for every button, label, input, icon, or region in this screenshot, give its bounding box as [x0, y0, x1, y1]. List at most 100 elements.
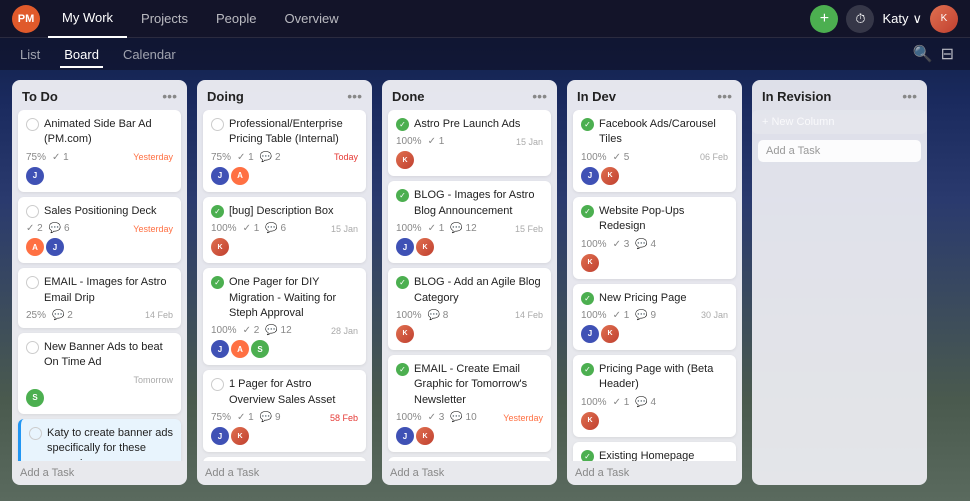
card-checkbox[interactable]: ✓ [396, 363, 409, 376]
card-progress: 100%✓ 1💬 9 [581, 310, 656, 321]
nav-item-mywork[interactable]: My Work [48, 0, 127, 38]
card[interactable]: ✓EMAIL - Create Email Graphic for Tomorr… [388, 355, 551, 452]
comments-count: 💬 4 [635, 239, 656, 250]
card[interactable]: ✓BLOG - Images for Astro Blog Announceme… [388, 181, 551, 263]
card-title: Astro Pre Launch Ads [414, 117, 543, 132]
add-task-button-doing[interactable]: Add a Task [197, 461, 372, 485]
column-menu-indev[interactable]: ••• [717, 88, 732, 104]
card-title: One Pager for DIY Migration - Waiting fo… [229, 275, 358, 321]
tab-list[interactable]: List [16, 45, 44, 64]
nav-item-overview[interactable]: Overview [271, 0, 353, 38]
column-menu-done[interactable]: ••• [532, 88, 547, 104]
card-avatars: AJ [26, 238, 173, 256]
tab-board[interactable]: Board [60, 45, 103, 64]
card-checkbox[interactable] [26, 118, 39, 131]
card-header-row: ✓Facebook Ads/Carousel Tiles [581, 117, 728, 148]
card[interactable]: ✓Existing Homepage Clean-Up100%✓ 302 Jan… [573, 442, 736, 461]
card-meta: 100%✓ 506 Feb [581, 152, 728, 163]
card-checkbox[interactable] [26, 341, 39, 354]
search-icon[interactable]: 🔍 [913, 44, 933, 64]
card[interactable]: Professional/Enterprise Pricing Table (I… [203, 110, 366, 192]
card-checkbox[interactable]: ✓ [396, 189, 409, 202]
card-checkbox[interactable] [29, 427, 42, 440]
card-date: 15 Jan [516, 137, 543, 147]
card-checkbox[interactable]: ✓ [581, 118, 594, 131]
card-checkbox[interactable]: ✓ [396, 118, 409, 131]
progress-percent: 100% [396, 310, 422, 321]
new-column-button[interactable]: + New Column [752, 110, 927, 134]
column-body-indev: ✓Facebook Ads/Carousel Tiles 100%✓ 506 Fe… [567, 110, 742, 461]
comments-count: 💬 2 [52, 310, 73, 321]
card-avatars: JK [581, 167, 728, 185]
add-task-button-todo[interactable]: Add a Task [12, 461, 187, 485]
comments-count: 💬 8 [428, 310, 449, 321]
checks-count: ✓ 1 [243, 223, 260, 234]
card-checkbox[interactable] [26, 276, 39, 289]
column-menu-inrevision[interactable]: ••• [902, 88, 917, 104]
card[interactable]: Katy to create banner ads specifically f… [18, 419, 181, 461]
card-checkbox[interactable] [26, 205, 39, 218]
column-doing: Doing•••Professional/Enterprise Pricing … [197, 80, 372, 485]
column-todo: To Do ••• Animated Side Bar Ad (PM.com)75%… [12, 80, 187, 485]
nav-item-people[interactable]: People [202, 0, 270, 38]
card[interactable]: Sales Positioning Deck✓ 2💬 6YesterdayAJ [18, 197, 181, 263]
add-task-button-indev[interactable]: Add a Task [567, 461, 742, 485]
user-menu[interactable]: Katy ∨ [882, 11, 922, 27]
card-checkbox[interactable] [211, 118, 224, 131]
card-checkbox[interactable]: ✓ [581, 450, 594, 461]
avatar: A [231, 340, 249, 358]
avatar[interactable]: K [930, 5, 958, 33]
avatar: J [211, 167, 229, 185]
column-menu-doing[interactable]: ••• [347, 88, 362, 104]
card-date: 14 Feb [515, 310, 543, 320]
tab-calendar[interactable]: Calendar [119, 45, 180, 64]
add-button[interactable]: + [810, 5, 838, 33]
card-checkbox[interactable]: ✓ [211, 276, 224, 289]
column-title-indev: In Dev [577, 89, 616, 104]
column-header-inrevision: In Revision••• [752, 80, 927, 110]
progress-percent: 100% [581, 397, 607, 408]
card[interactable]: ✓Pricing Page with (Beta Header)100%✓ 1💬… [573, 355, 736, 437]
card-progress: 100% 💬 8 [396, 310, 448, 321]
progress-percent: 75% [211, 152, 231, 163]
card-header-row: ✓New Pricing Page [581, 291, 728, 306]
card[interactable]: ✓[bug] Description Box100%✓ 1💬 615 JanK [203, 197, 366, 263]
card[interactable]: ✓ One Pager for DIY Migration - Waiting f… [203, 268, 366, 365]
card-progress: 100%✓ 5 [581, 152, 629, 163]
card-title: Animated Side Bar Ad (PM.com) [44, 117, 173, 148]
card[interactable]: New Banner Ads to beat On Time AdTomorro… [18, 333, 181, 414]
card-date: 15 Feb [515, 224, 543, 234]
card[interactable]: ✓New Pricing Page100%✓ 1💬 930 JanJK [573, 284, 736, 350]
card-checkbox[interactable]: ✓ [581, 292, 594, 305]
card[interactable]: ✓Facebook Ads/Carousel Tiles 100%✓ 506 Fe… [573, 110, 736, 192]
card-checkbox[interactable]: ✓ [581, 363, 594, 376]
card-checkbox[interactable] [211, 378, 224, 391]
card-title: Katy to create banner ads specifically f… [47, 426, 173, 461]
card[interactable]: ✓Astro Pre Launch Ads100%✓ 115 JanK [388, 110, 551, 176]
nav-right: + ⏱ Katy ∨ K [810, 5, 958, 33]
card[interactable]: ✓Website Pop-Ups Redesign100%✓ 3💬 4K [573, 197, 736, 279]
clock-button[interactable]: ⏱ [846, 5, 874, 33]
avatar: K [231, 427, 249, 445]
filter-icon[interactable]: ⊟ [941, 44, 954, 64]
card-title: Professional/Enterprise Pricing Table (I… [229, 117, 358, 148]
card-checkbox[interactable]: ✓ [396, 276, 409, 289]
nav-item-projects[interactable]: Projects [127, 0, 202, 38]
card[interactable]: EMAIL - Images for Astro Email Drip25%💬 … [18, 268, 181, 328]
column-title-todo: To Do [22, 89, 58, 104]
nav-items: My Work Projects People Overview [48, 0, 810, 38]
add-task-input[interactable]: Add a Task [758, 140, 921, 162]
card[interactable]: Animated Side Bar Ad (PM.com)75%✓ 1Yeste… [18, 110, 181, 192]
card-checkbox[interactable]: ✓ [581, 205, 594, 218]
card[interactable]: 1 Pager for Astro Overview Sales Asset75… [203, 370, 366, 452]
column-body-inrevision [752, 167, 927, 485]
card-checkbox[interactable]: ✓ [211, 205, 224, 218]
add-task-button-done[interactable]: Add a Task [382, 461, 557, 485]
progress-percent: 100% [396, 412, 422, 423]
comments-count: 💬 9 [635, 310, 656, 321]
card-date: 14 Feb [145, 310, 173, 320]
card[interactable]: ✓BLOG - Add an Agile Blog Category100%💬 … [388, 268, 551, 350]
app-logo[interactable]: PM [12, 5, 40, 33]
column-menu-todo[interactable]: ••• [162, 88, 177, 104]
card-date: Yesterday [133, 152, 173, 162]
